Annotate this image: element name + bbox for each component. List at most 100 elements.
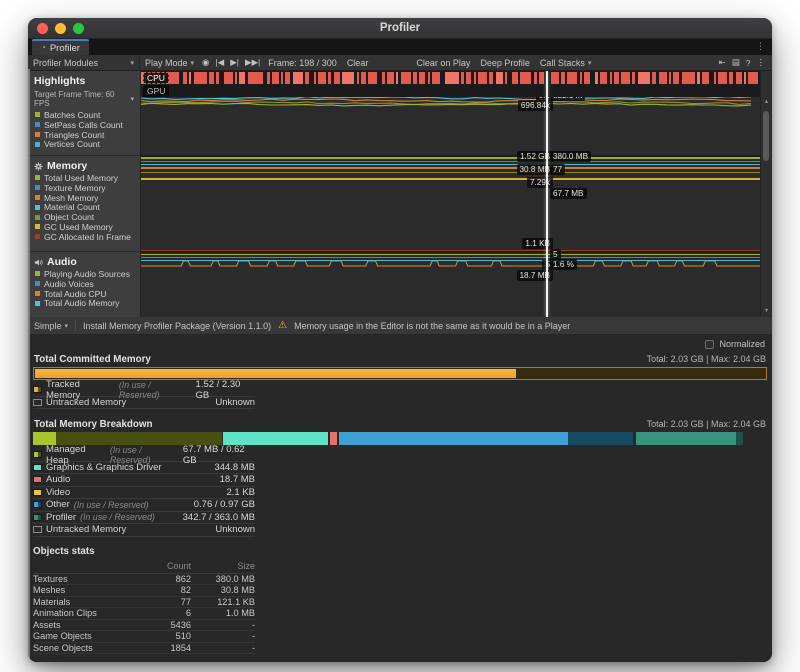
close-window-button[interactable] xyxy=(37,23,48,34)
normalized-row: Normalized xyxy=(28,335,772,351)
clear-button[interactable]: Clear xyxy=(342,55,374,70)
breakdown-segment-profiler[interactable] xyxy=(636,432,743,445)
cpu-frame-bar xyxy=(489,72,493,84)
memory-view-mode-dropdown[interactable]: Simple ▾ xyxy=(34,317,68,334)
cpu-track-label[interactable]: CPU xyxy=(143,72,169,84)
breakdown-segment-managed-heap[interactable] xyxy=(33,432,222,445)
breakdown-totals: Total: 2.03 GB | Max: 2.04 GB xyxy=(647,419,766,429)
selected-frame-playhead[interactable] xyxy=(546,71,548,317)
cpu-frame-bar xyxy=(610,72,612,84)
toolbar-menu-kebab-icon[interactable]: ⋮ xyxy=(754,57,769,68)
legend-color-swatch xyxy=(33,501,42,508)
memory-details-pane: Simple ▾ Install Memory Profiler Package… xyxy=(28,317,772,662)
legend-color-swatch xyxy=(33,514,42,521)
cpu-frame-bar xyxy=(248,72,263,84)
record-icon[interactable]: ◉ xyxy=(199,57,212,68)
target-frame-time-dropdown[interactable]: Target Frame Time: 60 FPS▾ xyxy=(28,88,140,110)
load-profile-icon[interactable]: ⇤ xyxy=(716,57,729,68)
cpu-frame-bar xyxy=(328,72,331,84)
chart-vertical-scrollbar[interactable]: ▲ ▼ xyxy=(760,71,772,317)
gpu-track-label[interactable]: GPU xyxy=(143,85,169,97)
cpu-frame-bar xyxy=(551,72,559,84)
cpu-frame-bar xyxy=(342,72,354,84)
counter-toggle[interactable]: Object Count xyxy=(28,212,140,222)
install-memory-profiler-link[interactable]: Install Memory Profiler Package (Version… xyxy=(83,321,271,331)
module-title[interactable]: Memory xyxy=(28,156,140,173)
counter-toggle[interactable]: Triangles Count xyxy=(28,130,140,140)
tab-menu-kebab-icon[interactable]: ⋮ xyxy=(756,41,765,52)
counter-toggle[interactable]: Playing Audio Sources xyxy=(28,269,140,279)
gear-icon[interactable] xyxy=(34,162,43,171)
counter-value-badge: 67.7 MB xyxy=(550,188,587,199)
counter-toggle[interactable]: Mesh Memory xyxy=(28,193,140,203)
normalized-checkbox[interactable] xyxy=(705,340,714,349)
play-mode-dropdown[interactable]: Play Mode ▾ xyxy=(140,55,199,70)
editor-memory-warning-text: Memory usage in the Editor is not the sa… xyxy=(294,321,570,331)
objects-stats-row: Scene Objects1854- xyxy=(33,643,255,655)
cpu-frame-bar xyxy=(638,72,650,84)
cpu-frame-bar xyxy=(652,72,656,84)
normalized-label[interactable]: Normalized xyxy=(719,339,765,349)
cpu-frame-bar xyxy=(267,72,270,84)
cpu-frame-bar xyxy=(413,72,417,84)
cpu-frame-bar xyxy=(621,72,630,84)
minimize-window-button[interactable] xyxy=(55,23,66,34)
last-frame-icon[interactable]: ▶▶| xyxy=(242,57,263,68)
memory-view-mode-label: Simple xyxy=(34,321,62,331)
counter-value-badge: 77 xyxy=(550,164,565,175)
counter-line xyxy=(141,178,761,180)
cpu-frame-bar xyxy=(632,72,635,84)
counter-color-swatch xyxy=(35,195,40,200)
counter-line xyxy=(141,161,761,163)
save-profile-icon[interactable]: ▤ xyxy=(729,57,743,68)
counter-toggle[interactable]: Vertices Count xyxy=(28,139,140,149)
call-stacks-dropdown[interactable]: Call Stacks ▾ xyxy=(535,55,597,70)
legend-value: Unknown xyxy=(215,524,255,535)
memory-breakdown-bar[interactable] xyxy=(33,432,767,445)
tab-profiler[interactable]: ◔ Profiler xyxy=(32,39,89,55)
cpu-frame-bar xyxy=(361,72,366,84)
counter-toggle[interactable]: Audio Voices xyxy=(28,279,140,289)
breakdown-segment-graphics[interactable] xyxy=(223,432,327,445)
chevron-down-icon: ▾ xyxy=(588,59,592,67)
next-frame-icon[interactable]: ▶| xyxy=(227,57,242,68)
counter-toggle[interactable]: Texture Memory xyxy=(28,183,140,193)
counter-value-badge: 1.1 KB xyxy=(522,238,553,249)
size-column-header: Size xyxy=(191,561,255,571)
tab-label: Profiler xyxy=(50,43,80,54)
objects-stats-title: Objects stats xyxy=(33,546,255,561)
window-title: Profiler xyxy=(28,22,772,34)
chart-plot-area[interactable]: CPU GPU 0.3822.14k696.84k1.52 GB380.0 MB… xyxy=(141,71,772,317)
cpu-frame-bar xyxy=(682,72,695,84)
legend-color-swatch xyxy=(33,451,42,458)
profiler-modules-dropdown[interactable]: Profiler Modules ▾ xyxy=(28,55,140,70)
help-icon[interactable]: ? xyxy=(743,58,754,68)
previous-frame-icon[interactable]: |◀ xyxy=(212,57,227,68)
counter-toggle[interactable]: Total Audio Memory xyxy=(28,298,140,308)
breakdown-segment-other[interactable] xyxy=(339,432,633,445)
toolbar-divider xyxy=(75,320,76,331)
counter-toggle[interactable]: GC Allocated In Frame xyxy=(28,232,140,242)
cpu-frame-bar xyxy=(224,72,233,84)
counter-toggle[interactable]: SetPass Calls Count xyxy=(28,120,140,130)
scroll-up-icon[interactable]: ▲ xyxy=(761,99,772,105)
legend-label: Profiler xyxy=(46,512,76,523)
counter-toggle[interactable]: Batches Count xyxy=(28,110,140,120)
module-title[interactable]: Audio xyxy=(28,252,140,269)
zoom-window-button[interactable] xyxy=(73,23,84,34)
counter-toggle[interactable]: Total Used Memory xyxy=(28,173,140,183)
cpu-frame-bar xyxy=(432,72,440,84)
total-committed-memory-bar[interactable] xyxy=(33,367,767,380)
counter-toggle[interactable]: Total Audio CPU xyxy=(28,289,140,299)
module-title[interactable]: Highlights xyxy=(28,71,140,88)
counter-toggle[interactable]: Material Count xyxy=(28,202,140,212)
counter-color-swatch xyxy=(35,185,40,190)
cpu-activity-strip[interactable] xyxy=(141,71,761,97)
scroll-down-icon[interactable]: ▼ xyxy=(761,308,772,314)
deep-profile-toggle[interactable]: Deep Profile xyxy=(475,55,535,70)
clear-on-play-toggle[interactable]: Clear on Play xyxy=(411,55,475,70)
scrollbar-thumb[interactable] xyxy=(763,111,769,161)
breakdown-segment-audio[interactable] xyxy=(330,432,337,445)
cpu-frame-bar xyxy=(209,72,214,84)
counter-toggle[interactable]: GC Used Memory xyxy=(28,222,140,232)
